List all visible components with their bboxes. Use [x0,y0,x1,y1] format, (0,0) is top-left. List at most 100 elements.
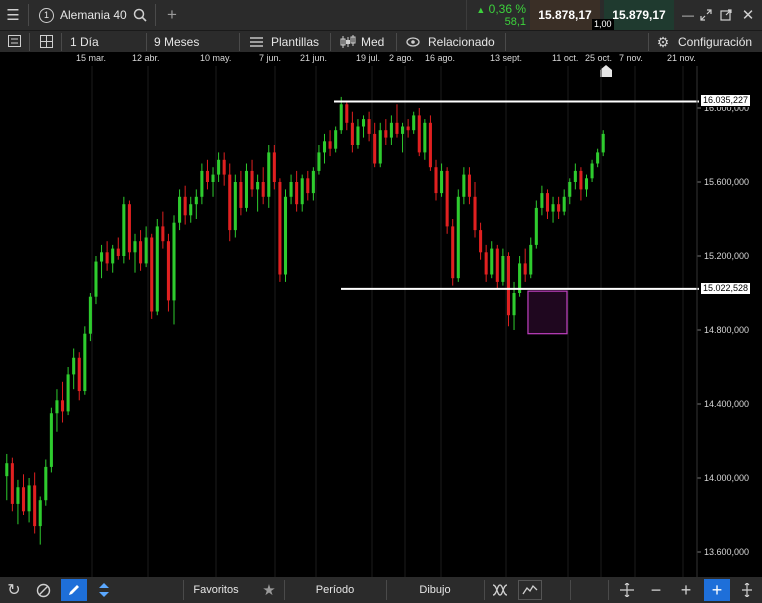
pencil-icon[interactable] [61,579,87,601]
candle-body [200,170,204,197]
candle-body [573,170,577,182]
close-icon[interactable]: ✕ [738,5,758,25]
candle-body [596,152,600,164]
y-tick-label: 15.200,000 [704,251,749,261]
up-arrow-icon: ▲ [476,5,486,15]
x-tick-label: 16 ago. [425,53,456,63]
favorites-button[interactable]: Favoritos [186,580,246,600]
buy-price: 15.879,17 [612,8,666,22]
candle-body [139,241,143,264]
candle-body [406,126,410,131]
candle-body [328,141,332,149]
top-bar: ☰ 1 Alemania 40 + ▲ 0,36 % 58,1 15.878,1… [0,0,762,30]
buy-price-button[interactable]: 15.879,17 [604,0,674,30]
candle-body [283,196,288,275]
horizontal-lines[interactable] [334,100,699,290]
candle-body [434,167,438,194]
gear-icon[interactable]: ⚙ [655,34,671,50]
change-absolute: 58,1 [504,16,526,28]
y-tick-label: 14.000,000 [704,473,749,483]
candle-style-icon[interactable] [339,34,357,50]
minimize-icon[interactable]: — [679,6,697,24]
drawing-button[interactable]: Dibujo [400,580,470,600]
star-icon[interactable]: ★ [259,580,279,600]
fit-chart-icon[interactable] [617,580,637,600]
candle-body [322,141,327,153]
crosshair-icon[interactable]: + [704,579,730,601]
settings-button[interactable]: Configuración [678,35,752,49]
candle-body [289,182,293,197]
period-button[interactable]: Período [300,580,370,600]
candle-body [540,193,544,208]
x-tick-label: 7 nov. [619,53,643,63]
candle-body [568,182,572,197]
candle-body [250,170,254,190]
candle-body [94,261,98,297]
chart-style-selector[interactable]: Med [361,35,384,49]
candle-body [16,487,20,504]
candle-body [189,204,193,216]
refresh-icon[interactable]: ↻ [4,580,24,600]
list-icon[interactable] [6,33,22,49]
candle-body [233,182,237,231]
related-icon[interactable] [405,34,421,50]
tab-number-badge: 1 [39,8,54,23]
popout-icon[interactable] [717,6,735,24]
x-tick-label: 11 oct. [552,53,579,63]
candle-body [222,159,226,175]
candle-body [417,115,421,153]
date-axis [0,52,762,66]
indicator-icon[interactable] [490,580,510,600]
y-tick-label: 15.600,000 [704,177,749,187]
related-button[interactable]: Relacionado [428,35,495,49]
sort-icon[interactable] [94,580,114,600]
candle-body [100,252,104,262]
candle-body [356,126,360,145]
candle-body [239,182,243,208]
candle-body [512,293,516,316]
expand-icon[interactable] [697,6,715,24]
range-selector[interactable]: 9 Meses [154,35,199,49]
candle-body [339,104,343,131]
candle-body [44,466,48,501]
candle-body [172,222,176,301]
search-icon[interactable] [131,6,149,24]
candle-body [217,159,221,175]
y-axis: 13.600,000 14.000,000 14.400,000 14.800,000… [696,66,749,577]
instrument-name[interactable]: Alemania 40 [60,8,127,22]
candle-body [490,248,494,275]
x-tick-label: 19 jul. [356,53,381,63]
menu-icon[interactable]: ☰ [3,5,23,25]
candle-body [311,170,315,194]
candle-body [373,133,377,164]
zoom-in-icon[interactable]: + [676,580,696,600]
compare-chart-icon[interactable] [518,580,542,600]
candle-body [462,174,466,197]
candle-body [456,196,460,279]
templates-button[interactable]: Plantillas [271,35,319,49]
zoom-out-icon[interactable]: − [646,580,666,600]
candle-body [451,226,455,279]
candle-body [389,122,393,138]
price-chart[interactable]: 13.600,000 14.000,000 14.400,000 14.800,000… [0,66,762,577]
candle-body [361,119,366,127]
candle-body [72,357,76,375]
candle-body [523,263,527,275]
no-drawing-icon[interactable] [33,580,53,600]
templates-icon[interactable] [248,34,264,50]
sell-price-button[interactable]: 15.878,17 [530,0,600,30]
candle-body [440,170,444,194]
x-tick-label: 15 mar. [76,53,107,63]
interval-selector[interactable]: 1 Día [70,35,99,49]
x-tick-label: 21 jun. [300,53,328,63]
horizontal-line-price-tag: 15.022,528 [700,281,752,295]
candle-body [66,374,70,412]
vertical-resize-icon[interactable] [737,580,757,600]
layout-grid-icon[interactable] [38,33,54,49]
candle-body [105,252,109,264]
x-tick-label: 13 sept. [490,53,523,63]
x-tick-label: 25 oct. [585,53,613,63]
candle-body [295,182,299,205]
add-tab-icon[interactable]: + [163,5,181,25]
candle-body [49,413,53,467]
